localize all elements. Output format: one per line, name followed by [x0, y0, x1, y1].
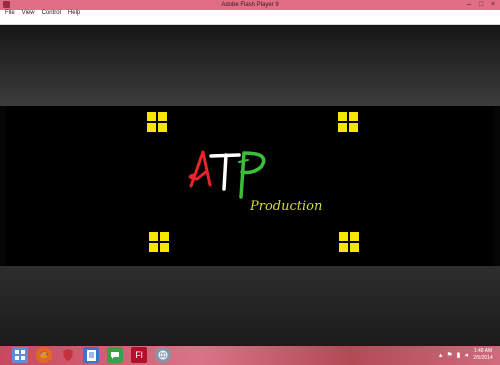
- title-bar[interactable]: Adobe Flash Player 9 – □ ×: [0, 0, 500, 10]
- window-controls: – □ ×: [466, 0, 496, 10]
- tray-chevron-icon[interactable]: ▴: [439, 348, 443, 363]
- minimize-button[interactable]: –: [466, 0, 472, 10]
- globe-icon[interactable]: [155, 347, 171, 363]
- maximize-button[interactable]: □: [478, 0, 484, 10]
- menu-view[interactable]: View: [22, 10, 35, 17]
- firefox-icon[interactable]: [36, 347, 52, 363]
- system-tray: ▴ ⚑ ▮ ◂: [439, 348, 468, 363]
- tray-network-icon[interactable]: ▮: [457, 348, 461, 363]
- clock-time: 1:48 AM: [473, 348, 493, 354]
- taskbar-clock[interactable]: 1:48 AM 2/5/2014: [469, 348, 497, 363]
- production-subtitle: Production: [250, 199, 323, 214]
- document-icon[interactable]: [83, 347, 99, 363]
- flash-icon-label: Fl: [135, 350, 143, 360]
- menu-bar: File View Control Help: [0, 10, 500, 25]
- window-icon-top-right: [338, 112, 358, 132]
- shield-icon[interactable]: [60, 347, 76, 363]
- menu-control[interactable]: Control: [42, 10, 61, 17]
- window-icon-bottom-left: [149, 232, 169, 252]
- tray-flag-icon[interactable]: ⚑: [446, 348, 452, 363]
- window-icon-top-left: [147, 112, 167, 132]
- flash-player-window: Adobe Flash Player 9 – □ × File View Con…: [0, 0, 500, 346]
- menu-file[interactable]: File: [5, 10, 15, 17]
- chat-icon[interactable]: [107, 347, 123, 363]
- stage-right-margin: [494, 106, 500, 266]
- window-icon-bottom-right: [339, 232, 359, 252]
- stage-bottom-background: [0, 266, 500, 346]
- start-icon[interactable]: [12, 347, 28, 363]
- stage-top-background: [0, 25, 500, 106]
- flash-icon[interactable]: Fl: [131, 347, 147, 363]
- tray-volume-icon[interactable]: ◂: [464, 348, 468, 363]
- taskbar: Fl ▴ ⚑ ▮ ◂ 1:48 AM 2/5/2014: [0, 346, 500, 365]
- menu-help[interactable]: Help: [68, 10, 80, 17]
- window-title: Adobe Flash Player 9: [221, 2, 279, 8]
- close-button[interactable]: ×: [490, 0, 496, 10]
- clock-date: 2/5/2014: [473, 355, 493, 361]
